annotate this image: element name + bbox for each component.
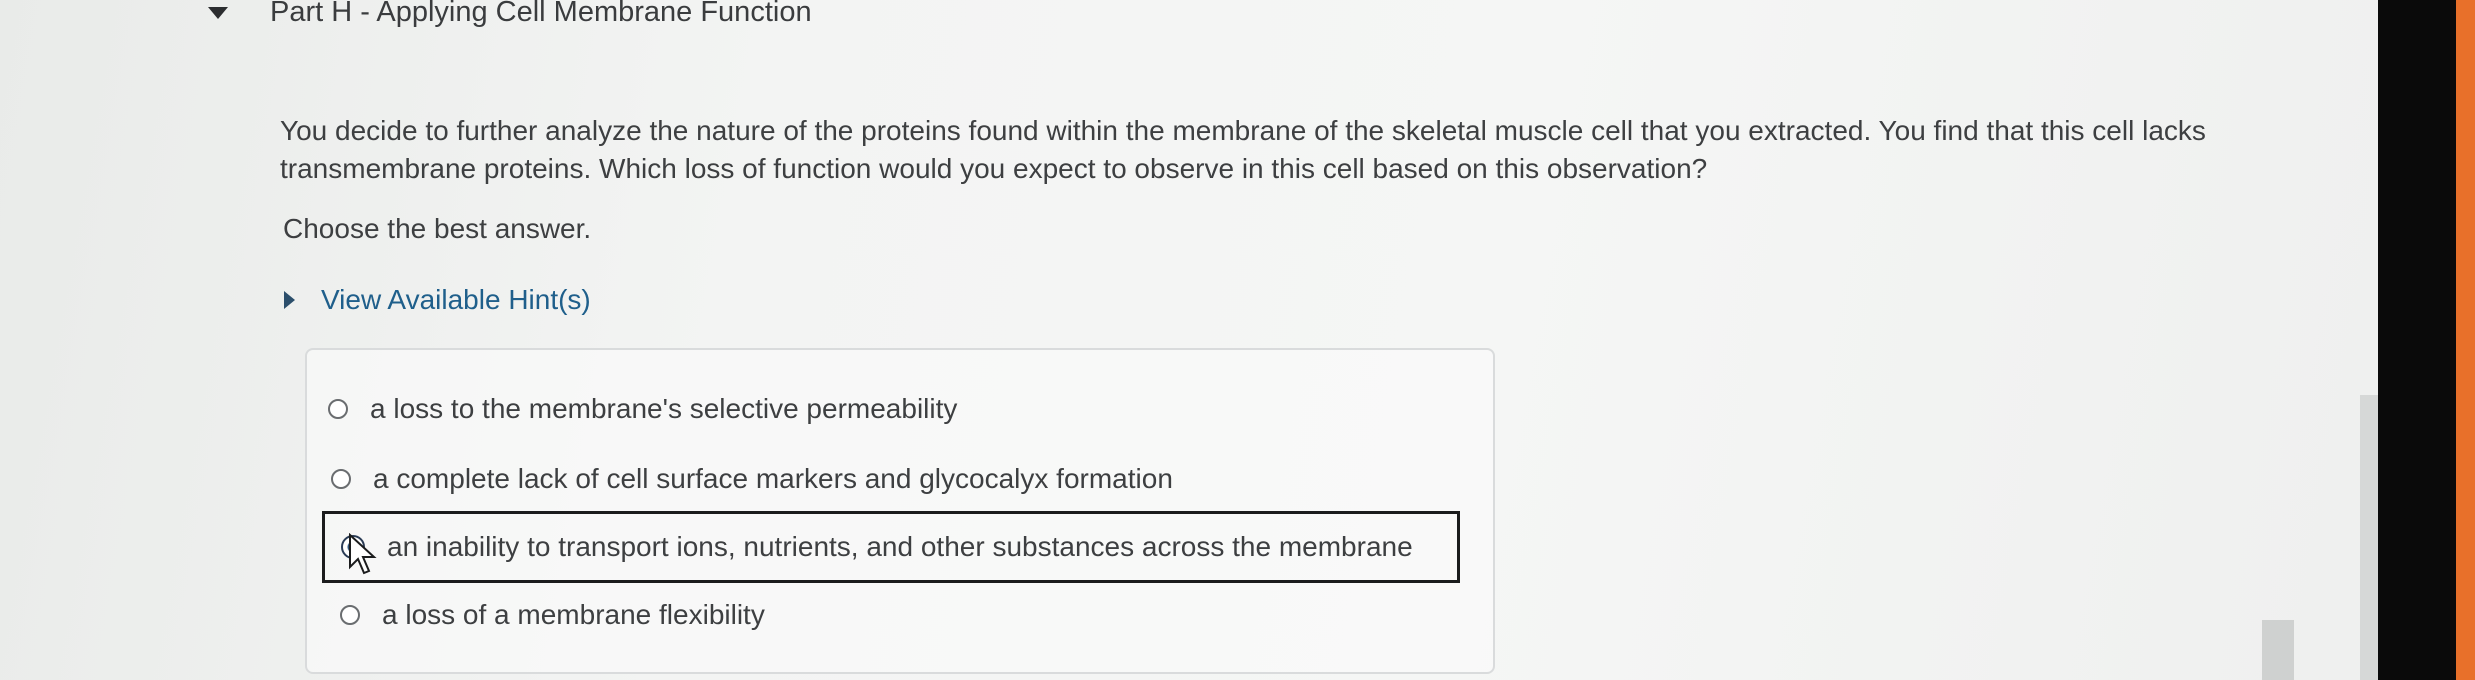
caret-right-icon[interactable] xyxy=(284,291,295,309)
option-label[interactable]: a loss to the membrane's selective perme… xyxy=(370,393,957,425)
bezel-edge xyxy=(2456,0,2475,680)
part-header[interactable]: Part H - Applying Cell Membrane Function xyxy=(208,0,812,32)
caret-down-icon[interactable] xyxy=(208,7,228,19)
part-title: Part H - Applying Cell Membrane Function xyxy=(270,0,812,28)
option-label[interactable]: a complete lack of cell surface markers … xyxy=(373,463,1173,495)
scroll-thumb[interactable] xyxy=(2262,620,2294,680)
radio-button[interactable] xyxy=(340,605,360,625)
option-label[interactable]: an inability to transport ions, nutrient… xyxy=(387,531,1413,563)
mouse-pointer-icon xyxy=(349,533,377,575)
answer-option-1[interactable]: a loss to the membrane's selective perme… xyxy=(328,387,957,431)
answer-option-4[interactable]: a loss of a membrane flexibility xyxy=(340,593,765,637)
answer-option-3-selected[interactable]: an inability to transport ions, nutrient… xyxy=(322,511,1460,583)
view-hints-link[interactable]: View Available Hint(s) xyxy=(321,284,591,316)
instruction-text: Choose the best answer. xyxy=(283,213,592,244)
answer-option-2[interactable]: a complete lack of cell surface markers … xyxy=(331,457,1173,501)
option-label[interactable]: a loss of a membrane flexibility xyxy=(382,599,765,631)
question-text: You decide to further analyze the nature… xyxy=(280,115,2206,184)
view-hints-toggle[interactable]: View Available Hint(s) xyxy=(284,280,591,320)
radio-button[interactable] xyxy=(328,399,348,419)
radio-button[interactable] xyxy=(331,469,351,489)
